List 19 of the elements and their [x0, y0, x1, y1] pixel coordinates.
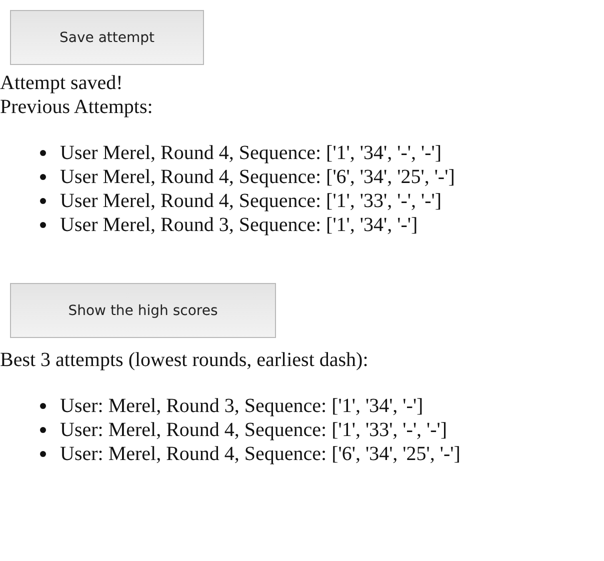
- bullet-icon: [40, 222, 46, 228]
- status-message: Attempt saved!: [0, 72, 123, 94]
- attempt-entry: User Merel, Round 4, Sequence: ['1', '34', '-', '-']: [60, 142, 442, 164]
- attempt-entry: User: Merel, Round 3, Sequence: ['1', '34', '-']: [60, 394, 424, 418]
- high-scores-button[interactable]: Show the high scores: [10, 283, 276, 338]
- attempt-entry: User Merel, Round 3, Sequence: ['1', '34', '-']: [60, 214, 418, 236]
- section-heading: Best 3 attempts (lowest rounds, earliest dash):: [0, 349, 368, 371]
- attempt-entry: User Merel, Round 4, Sequence: ['1', '33', '-', '-']: [60, 190, 442, 212]
- attempt-entry: User: Merel, Round 4, Sequence: ['1', '33', '-', '-']: [60, 418, 448, 442]
- bullet-icon: [40, 451, 46, 457]
- attempt-entry: User: Merel, Round 4, Sequence: ['6', '34', '25', '-']: [60, 442, 460, 466]
- bullet-icon: [40, 174, 46, 180]
- bullet-icon: [40, 427, 46, 433]
- bullet-icon: [40, 403, 46, 409]
- bullet-icon: [40, 150, 46, 156]
- save-attempt-button[interactable]: Save attempt: [10, 10, 204, 65]
- bullet-icon: [40, 198, 46, 204]
- section-heading: Previous Attempts:: [0, 96, 153, 118]
- attempt-entry: User Merel, Round 4, Sequence: ['6', '34', '25', '-']: [60, 166, 455, 188]
